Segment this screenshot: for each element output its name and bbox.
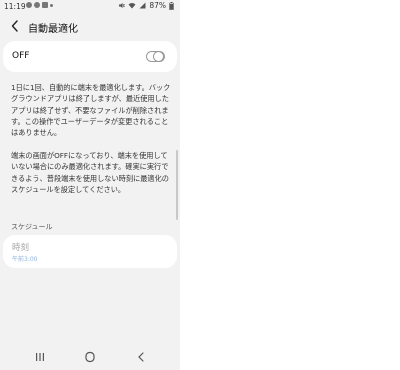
scrollbar[interactable] [176, 150, 178, 220]
signal-icon [139, 2, 146, 9]
home-icon[interactable] [83, 351, 97, 363]
notification-icon [26, 2, 32, 8]
battery-icon [169, 1, 174, 10]
status-right: 87% [118, 1, 174, 10]
phone-screen: 11:19 87% 自動最適化 OFF 1日に1回、自動的に端末を最適化します。… [0, 0, 180, 370]
app-header: 自動最適化 [0, 17, 180, 35]
toggle-switch[interactable] [146, 51, 165, 62]
toggle-knob [153, 51, 164, 62]
message-icon [34, 2, 40, 8]
battery-text: 87% [149, 1, 166, 10]
page-title: 自動最適化 [28, 24, 78, 35]
schedule-time-item[interactable]: 時刻 午前3:00 [3, 235, 177, 268]
status-time: 11:19 [4, 2, 26, 11]
notification-icons [26, 2, 53, 8]
calendar-icon [42, 2, 48, 8]
toggle-label: OFF [12, 51, 30, 61]
description-paragraph-2: 端末の画面がOFFになっており、端末を使用していない場合にのみ最適化されます。確… [11, 151, 169, 194]
mute-icon [119, 3, 126, 8]
wifi-icon [128, 3, 136, 9]
auto-optimize-toggle-row[interactable]: OFF [3, 41, 177, 72]
status-bar: 11:19 87% [0, 0, 180, 13]
description-paragraph-1: 1日に1回、自動的に端末を最適化します。バックグラウンドアプリは終了しますが、最… [11, 83, 171, 138]
schedule-time-label: 時刻 [12, 243, 30, 253]
schedule-time-value: 午前3:00 [12, 256, 38, 263]
dot-icon [50, 4, 53, 7]
recent-apps-icon[interactable] [33, 351, 47, 363]
back-arrow-icon[interactable] [9, 19, 21, 33]
schedule-section-header: スケジュール [11, 223, 53, 231]
navigation-bar [0, 345, 180, 370]
back-icon[interactable] [134, 351, 148, 363]
